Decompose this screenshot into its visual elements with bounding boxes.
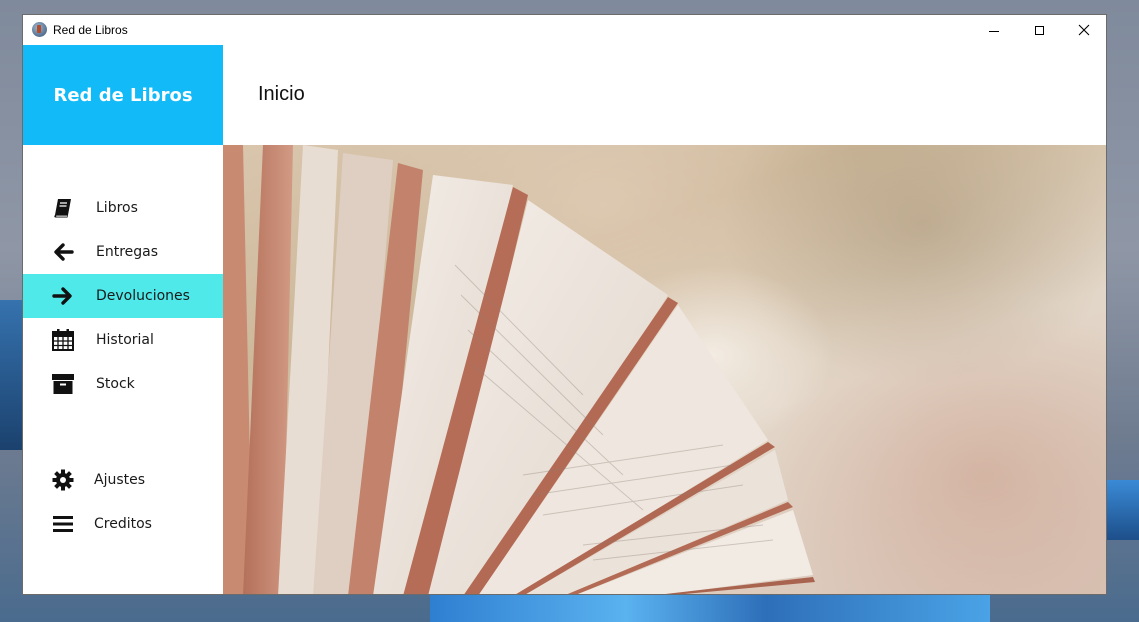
page-title: Inicio [258,83,305,105]
close-button[interactable] [1061,15,1106,45]
sidebar-item-libros[interactable]: Libros [23,186,223,230]
maximize-button[interactable] [1016,15,1062,45]
arrow-right-icon [51,284,75,308]
sidebar: Red de Libros Libros Entregas Devolucion… [23,45,223,594]
gear-icon [51,468,75,492]
arrow-left-icon [51,240,75,264]
sidebar-item-label: Libros [96,200,138,216]
sidebar-item-label: Devoluciones [96,288,190,304]
sidebar-item-label: Ajustes [94,472,146,488]
minimize-button[interactable] [971,15,1017,45]
maximize-icon [1034,25,1044,35]
calendar-icon [51,328,75,352]
desktop-background-right [1107,480,1139,540]
sidebar-item-stock[interactable]: Stock [23,362,223,406]
sidebar-item-label: Historial [96,332,154,348]
sidebar-item-label: Creditos [94,516,152,532]
sidebar-item-creditos[interactable]: Creditos [23,502,223,546]
close-icon [1078,24,1090,36]
minimize-icon [989,30,999,32]
book-icon [51,196,75,220]
sidebar-item-devoluciones[interactable]: Devoluciones [23,274,223,318]
sidebar-item-label: Entregas [96,244,159,260]
sidebar-item-ajustes[interactable]: Ajustes [23,458,223,502]
window-title: Red de Libros [53,23,128,37]
app-icon [32,22,47,37]
archive-box-icon [51,372,75,396]
app-window: Red de Libros Red de Libros Libros Entre… [22,14,1107,595]
desktop-background [0,300,24,450]
brand-title: Red de Libros [53,84,193,106]
menu-bars-icon [51,512,75,536]
hero-image [223,145,1106,594]
sidebar-item-entregas[interactable]: Entregas [23,230,223,274]
main-header: Inicio [223,45,1106,145]
open-book-illustration [223,145,815,594]
sidebar-item-label: Stock [96,376,135,392]
brand-header: Red de Libros [23,45,223,145]
sidebar-item-historial[interactable]: Historial [23,318,223,362]
title-bar[interactable]: Red de Libros [23,15,1106,45]
desktop-background-bottom [430,594,990,622]
